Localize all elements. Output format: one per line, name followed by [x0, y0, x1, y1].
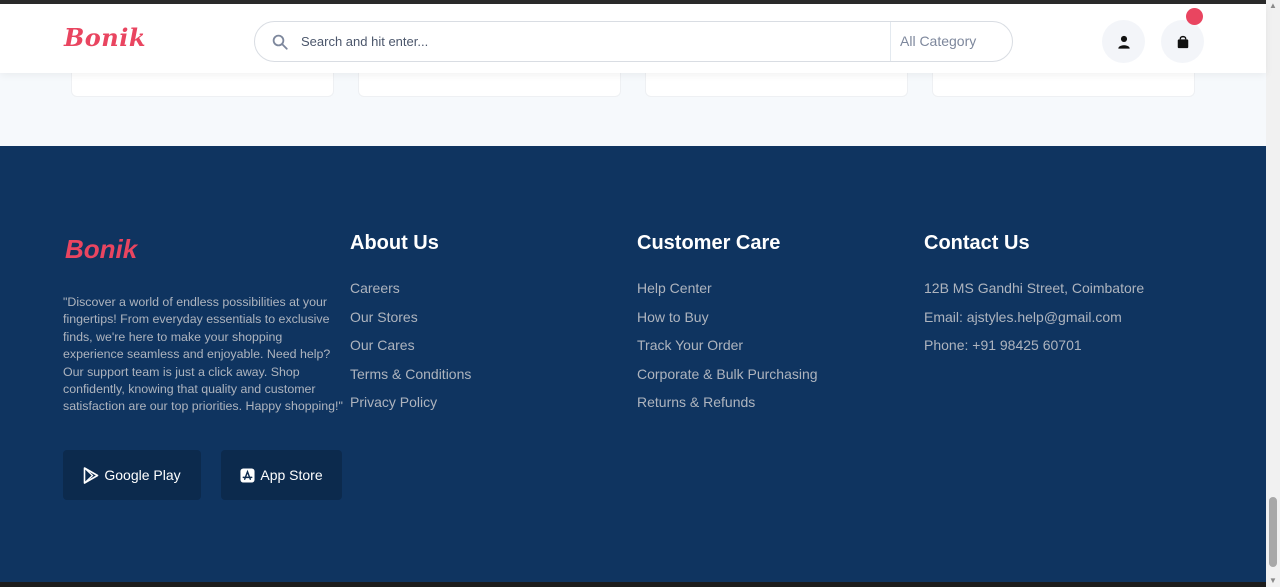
app-store-label: App Store — [260, 467, 323, 483]
footer-link-privacy[interactable]: Privacy Policy — [350, 394, 471, 423]
google-play-button[interactable]: Google Play — [63, 450, 201, 500]
scroll-down-icon[interactable]: ▼ — [1269, 577, 1277, 585]
scroll-up-icon[interactable]: ▲ — [1269, 2, 1277, 10]
footer-link-returns[interactable]: Returns & Refunds — [637, 394, 818, 423]
footer-link-our-stores[interactable]: Our Stores — [350, 309, 471, 338]
user-icon — [1117, 35, 1130, 49]
footer-description: "Discover a world of endless possibiliti… — [63, 295, 343, 414]
google-play-label: Google Play — [104, 467, 181, 483]
cart-badge — [1186, 8, 1203, 25]
cart-button[interactable] — [1161, 20, 1204, 63]
footer-care-column: Customer Care Help Center How to Buy Tra… — [637, 232, 818, 423]
about-heading: About Us — [350, 232, 439, 254]
footer-link-terms[interactable]: Terms & Conditions — [350, 366, 471, 395]
search-divider — [890, 22, 891, 61]
product-card[interactable] — [932, 73, 1195, 97]
category-select[interactable]: All Category — [900, 33, 976, 49]
product-card[interactable] — [71, 73, 334, 97]
product-card[interactable] — [358, 73, 621, 97]
app-store-button[interactable]: App Store — [221, 450, 342, 500]
contact-heading: Contact Us — [924, 232, 1030, 254]
product-card[interactable] — [645, 73, 908, 97]
footer-link-track-order[interactable]: Track Your Order — [637, 337, 818, 366]
scrollbar-thumb[interactable] — [1269, 497, 1277, 567]
search-bar: All Category — [254, 21, 1013, 62]
footer-contact-column: Contact Us 12B MS Gandhi Street, Coimbat… — [924, 232, 1144, 366]
account-button[interactable] — [1102, 20, 1145, 63]
customer-care-heading: Customer Care — [637, 232, 781, 254]
play-store-icon — [84, 466, 99, 484]
contact-address: 12B MS Gandhi Street, Coimbatore — [924, 280, 1145, 296]
footer-link-careers[interactable]: Careers — [350, 280, 471, 309]
shopping-bag-icon — [1177, 35, 1188, 48]
footer-link-help-center[interactable]: Help Center — [637, 280, 818, 309]
footer-link-how-to-buy[interactable]: How to Buy — [637, 309, 818, 338]
site-header: Bonik All Category — [0, 4, 1266, 73]
footer-link-our-cares[interactable]: Our Cares — [350, 337, 471, 366]
footer-bottom-edge — [0, 582, 1266, 587]
contact-email[interactable]: Email: ajstyles.help@gmail.com — [924, 309, 1144, 338]
app-store-icon — [240, 467, 255, 483]
contact-phone[interactable]: Phone: +91 98425 60701 — [924, 337, 1144, 366]
search-icon[interactable] — [271, 33, 289, 51]
site-footer: Bonik "Discover a world of endless possi… — [0, 146, 1266, 587]
search-input[interactable] — [301, 22, 886, 61]
header-logo[interactable]: Bonik — [64, 23, 146, 52]
page-scrollbar[interactable]: ▲ ▼ — [1266, 0, 1280, 587]
footer-logo[interactable]: Bonik — [65, 234, 137, 265]
footer-link-bulk-purchasing[interactable]: Corporate & Bulk Purchasing — [637, 366, 818, 395]
footer-about-column: About Us Careers Our Stores Our Cares Te… — [350, 232, 471, 423]
